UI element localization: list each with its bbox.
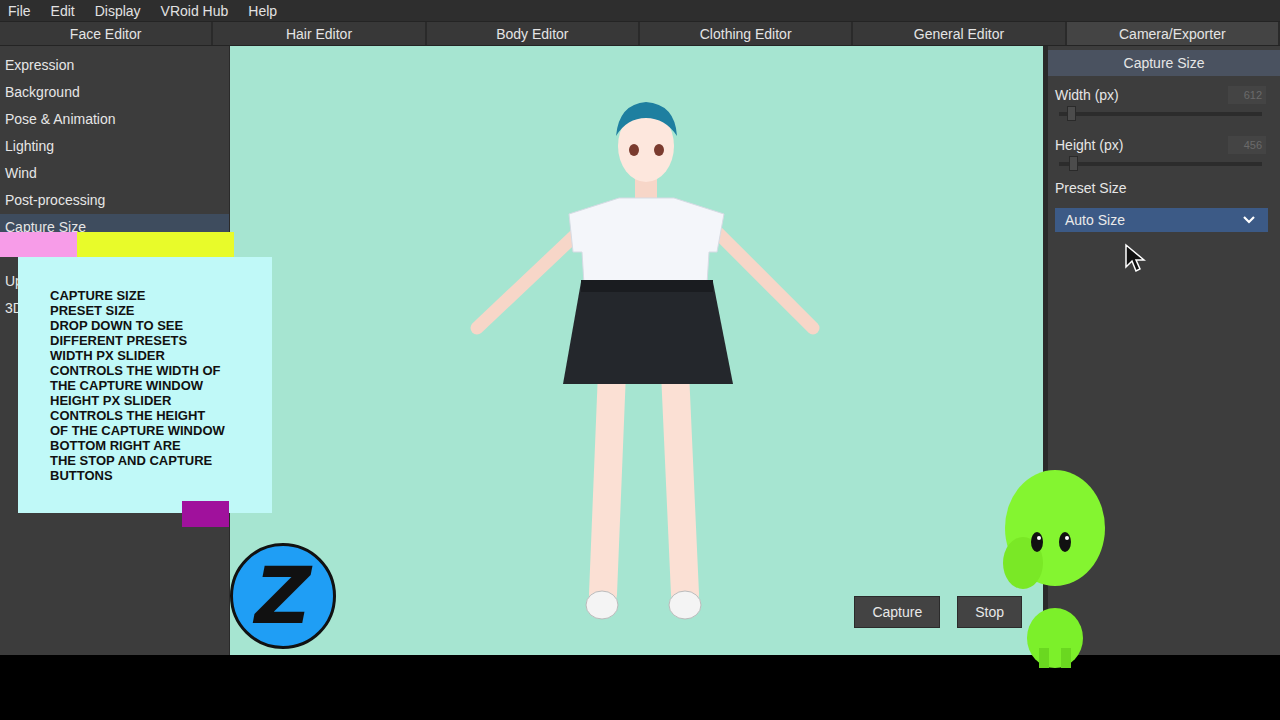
note-line: THE STOP AND CAPTURE	[50, 453, 264, 468]
character-model	[469, 102, 829, 627]
note-line: BUTTONS	[50, 468, 264, 483]
preset-label: Preset Size	[1055, 180, 1266, 196]
note-line: PRESET SIZE	[50, 303, 264, 318]
editor-tab[interactable]: Body Editor	[427, 22, 640, 45]
slider-label: Width (px)	[1055, 87, 1119, 103]
note-line: HEIGHT PX SLIDER	[50, 393, 264, 408]
viewport-button[interactable]: Capture	[854, 596, 940, 628]
note-line: DIFFERENT PRESETS	[50, 333, 264, 348]
sidebar-item[interactable]: Expression	[0, 52, 229, 79]
mouse-cursor-icon	[1124, 243, 1146, 273]
panel-title: Capture Size	[1048, 50, 1280, 76]
slider-track	[1059, 162, 1262, 166]
note-line: WIDTH PX SLIDER	[50, 348, 264, 363]
viewport-button[interactable]: Stop	[957, 596, 1022, 628]
sidebar-item[interactable]: Wind	[0, 160, 229, 187]
slider-row: Width (px) 612	[1055, 86, 1266, 116]
note-line: CONTROLS THE HEIGHT	[50, 408, 264, 423]
value-field: 456	[1228, 136, 1266, 154]
slider-header: Height (px) 456	[1055, 136, 1266, 154]
channel-logo: Z	[230, 543, 336, 649]
screen: FileEditDisplayVRoid HubHelpFace EditorH…	[0, 0, 1280, 720]
sidebar-item[interactable]: Lighting	[0, 133, 229, 160]
note-line: CAPTURE SIZE	[50, 288, 264, 303]
note-tab	[182, 501, 229, 527]
note-line: OF THE CAPTURE WINDOW	[50, 423, 264, 438]
sidebar-item[interactable]: Pose & Animation	[0, 106, 229, 133]
menu-bar: File Edit Display VRoid Hub Help	[0, 0, 1280, 21]
mascot-icon	[995, 468, 1115, 668]
menu-item[interactable]: VRoid Hub	[161, 3, 229, 19]
slider-row: Height (px) 456	[1055, 136, 1266, 166]
menu-item[interactable]: Help	[248, 3, 277, 19]
menu-item[interactable]: Display	[95, 3, 141, 19]
slider-knob	[1069, 156, 1078, 171]
sidebar-item[interactable]: Post-processing	[0, 187, 229, 214]
slider-track	[1059, 112, 1262, 116]
capture-controls: Capture Stop	[854, 596, 1022, 628]
tape-decoration	[77, 232, 234, 257]
chevron-down-icon	[1242, 215, 1256, 225]
slider-knob	[1067, 106, 1076, 121]
editor-tab[interactable]: Face Editor	[0, 22, 213, 45]
editor-tab[interactable]: General Editor	[853, 22, 1066, 45]
tape-decoration	[0, 232, 77, 257]
panel-body: Width (px) 612 Height (px) 456 Preset Size Au…	[1048, 76, 1280, 232]
value-field: 612	[1228, 86, 1266, 104]
note-line: THE CAPTURE WINDOW	[50, 378, 264, 393]
slider-label: Height (px)	[1055, 137, 1123, 153]
editor-tab[interactable]: Clothing Editor	[640, 22, 853, 45]
sticky-note: CAPTURE SIZEPRESET SIZEDROP DOWN TO SEED…	[18, 257, 272, 513]
viewport[interactable]: Capture Stop	[230, 46, 1043, 655]
tab-bar: Face EditorHair EditorBody EditorClothin…	[0, 21, 1280, 46]
slider-header: Width (px) 612	[1055, 86, 1266, 104]
menu-item[interactable]: File	[8, 3, 31, 19]
note-line: CONTROLS THE WIDTH OF	[50, 363, 264, 378]
preset-dropdown[interactable]: Auto Size	[1055, 208, 1268, 232]
note-line: DROP DOWN TO SEE	[50, 318, 264, 333]
sidebar-item[interactable]: Background	[0, 79, 229, 106]
editor-tab[interactable]: Hair Editor	[213, 22, 426, 45]
editor-tab[interactable]: Camera/Exporter	[1067, 22, 1280, 45]
note-line: BOTTOM RIGHT ARE	[50, 438, 264, 453]
menu-item[interactable]: Edit	[51, 3, 75, 19]
